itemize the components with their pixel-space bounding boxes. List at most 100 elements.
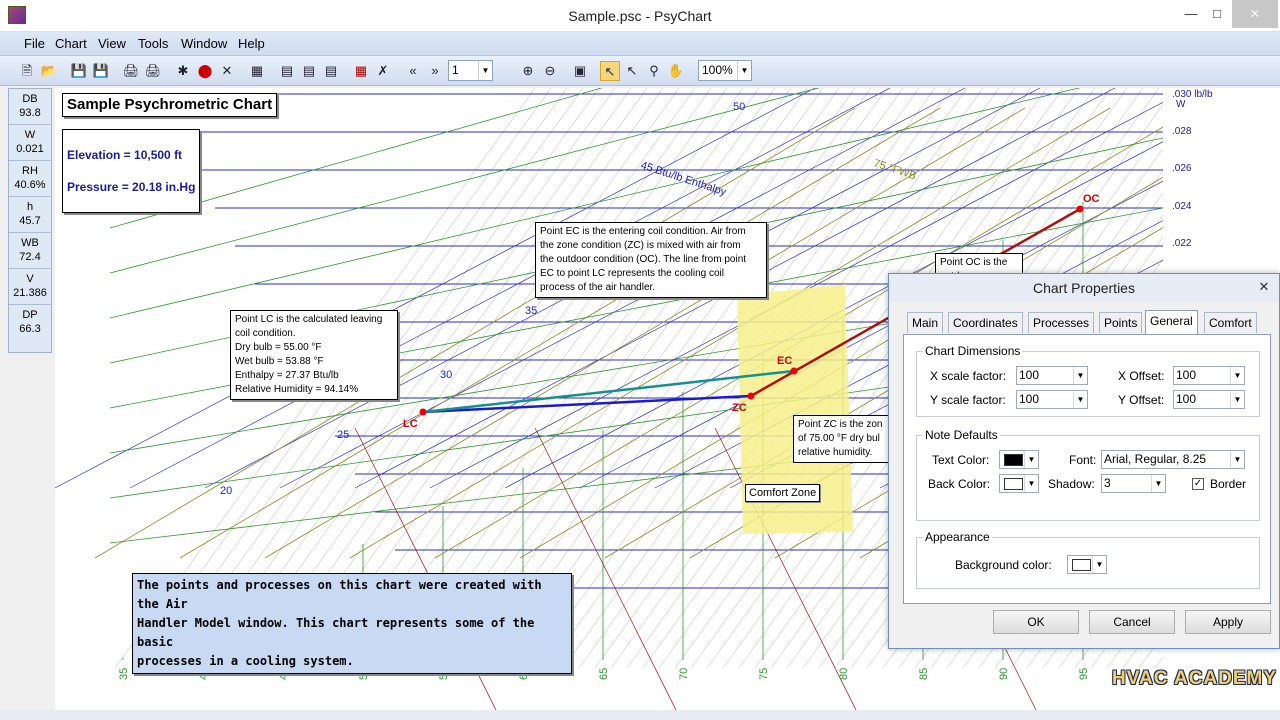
menu-tools[interactable]: Tools <box>138 36 168 51</box>
clear-icon[interactable]: ✗ <box>373 61 393 81</box>
note-lc[interactable]: Point LC is the calculated leaving coil … <box>230 310 398 400</box>
point-oc-marker[interactable] <box>1076 205 1084 213</box>
point-ec-marker[interactable] <box>790 367 798 375</box>
border-checkbox[interactable]: ✓ <box>1192 478 1204 490</box>
readout-dp: DP 66.3 <box>9 305 51 341</box>
background-color-picker[interactable]: ▼ <box>1067 555 1107 574</box>
chevron-down-icon[interactable]: ▼ <box>737 61 751 80</box>
print-icon[interactable]: 🖨 <box>121 61 141 81</box>
menu-help[interactable]: Help <box>238 36 265 51</box>
menu-file[interactable]: File <box>24 36 45 51</box>
point-lc-marker[interactable] <box>419 408 427 416</box>
dry-bulb-tick-label: 90 <box>998 668 1010 680</box>
save-all-icon[interactable]: 💾 <box>91 61 111 81</box>
menu-chart[interactable]: Chart <box>55 36 87 51</box>
page-select[interactable]: 1 ▼ <box>448 60 493 81</box>
readout-value: 40.6% <box>14 179 46 191</box>
point-lc-label: LC <box>403 418 418 430</box>
readout-value: 93.8 <box>19 107 41 119</box>
point-zc-marker[interactable] <box>747 392 755 400</box>
readout-label: DP <box>22 309 38 321</box>
tab-main[interactable]: Main <box>907 312 944 333</box>
x-offset-input[interactable]: 100 ▼ <box>1173 366 1245 385</box>
info-note[interactable]: The points and processes on this chart w… <box>132 573 572 674</box>
note-ec[interactable]: Point EC is the entering coil condition.… <box>535 222 767 298</box>
general-tab-page: Chart Dimensions X scale factor: 100 ▼ X … <box>903 334 1271 604</box>
tab-general[interactable]: General <box>1145 310 1198 334</box>
chevron-down-icon[interactable]: ▼ <box>1092 556 1106 573</box>
y-offset-label: Y Offset: <box>1118 393 1165 407</box>
page-icon-3[interactable]: ▤ <box>321 61 341 81</box>
chart-title[interactable]: Sample Psychrometric Chart <box>62 93 278 117</box>
properties-icon[interactable]: ▦ <box>247 61 267 81</box>
zoom-out-icon[interactable]: ⊖ <box>540 61 560 81</box>
apply-button[interactable]: Apply <box>1185 610 1271 634</box>
elevation-pressure-note[interactable]: Elevation = 10,500 ft Pressure = 20.18 i… <box>62 129 201 213</box>
dialog-close-icon[interactable]: ✕ <box>1253 278 1275 296</box>
readout-rh: RH 40.6% <box>9 161 51 197</box>
font-select[interactable]: Arial, Regular, 8.25 ▼ <box>1101 450 1245 469</box>
window-title: Sample.psc - PsyChart <box>568 8 712 24</box>
zoom-select[interactable]: 100% ▼ <box>698 60 752 81</box>
chevron-down-icon[interactable]: ▼ <box>1151 475 1165 492</box>
chevron-down-icon[interactable]: ▼ <box>1230 451 1244 468</box>
text-color-picker[interactable]: ▼ <box>999 450 1039 469</box>
x-scale-input[interactable]: 100 ▼ <box>1016 366 1088 385</box>
text-color-swatch <box>1004 454 1023 466</box>
page-icon-2[interactable]: ▤ <box>299 61 319 81</box>
elevation-text: Elevation = 10,500 ft <box>67 148 183 162</box>
shadow-select[interactable]: 3 ▼ <box>1101 474 1166 493</box>
shadow-label: Shadow: <box>1048 477 1095 491</box>
chevron-down-icon[interactable]: ▼ <box>1230 367 1244 384</box>
zoom-fit-icon[interactable]: ▣ <box>570 61 590 81</box>
dry-bulb-tick-label: 95 <box>1078 668 1090 680</box>
note-zc[interactable]: Point ZC is the zon of 75.00 °F dry bul … <box>793 415 889 463</box>
tab-points[interactable]: Points <box>1099 312 1143 333</box>
zoom-tool-icon[interactable]: ⚲ <box>644 61 664 81</box>
readout-label: h <box>26 201 34 213</box>
y-scale-input[interactable]: 100 ▼ <box>1016 390 1088 409</box>
page-icon-1[interactable]: ▤ <box>277 61 297 81</box>
pointer-tool-icon[interactable]: ↖ <box>600 61 620 81</box>
print-preview-icon[interactable]: 🖨 <box>143 61 163 81</box>
chevron-down-icon[interactable]: ▼ <box>1073 367 1087 384</box>
note-oc[interactable]: Point OC is the outdoor <box>935 253 1023 273</box>
new-icon[interactable]: 🗎 <box>17 61 37 81</box>
menu-view[interactable]: View <box>98 36 126 51</box>
menu-window[interactable]: Window <box>181 36 227 51</box>
w-tick: .028 <box>1172 126 1192 137</box>
chevron-down-icon[interactable]: ▼ <box>1230 391 1244 408</box>
chevron-down-icon[interactable]: ▼ <box>1073 391 1087 408</box>
back-color-picker[interactable]: ▼ <box>999 474 1039 493</box>
dry-bulb-tick-label: 75 <box>758 668 770 680</box>
previous-page-icon[interactable]: « <box>403 61 423 81</box>
zoom-in-icon[interactable]: ⊕ <box>518 61 538 81</box>
dry-bulb-tick-label: 35 <box>118 668 130 680</box>
maximize-button[interactable]: □ <box>1202 0 1232 28</box>
close-button[interactable]: ✕ <box>1232 0 1278 28</box>
chevron-down-icon[interactable]: ▼ <box>1024 451 1038 468</box>
erase-icon[interactable]: ⬤ <box>195 61 215 81</box>
readout-db: DB 93.8 <box>9 89 51 125</box>
comfort-zone-label[interactable]: Comfort Zone <box>745 484 821 502</box>
delete-icon[interactable]: ✕ <box>217 61 237 81</box>
chevron-down-icon[interactable]: ▼ <box>1024 475 1038 492</box>
cancel-button[interactable]: Cancel <box>1089 610 1175 634</box>
wand-icon[interactable]: ✱ <box>173 61 193 81</box>
text-color-label: Text Color: <box>932 453 990 467</box>
open-icon[interactable]: 📂 <box>39 61 59 81</box>
w-tick: .022 <box>1172 238 1192 249</box>
ok-button[interactable]: OK <box>993 610 1079 634</box>
save-icon[interactable]: 💾 <box>69 61 89 81</box>
chevron-down-icon[interactable]: ▼ <box>478 61 492 80</box>
tab-processes[interactable]: Processes <box>1028 312 1095 333</box>
y-offset-input[interactable]: 100 ▼ <box>1173 390 1245 409</box>
chart-grid-icon[interactable]: ▦ <box>351 61 371 81</box>
next-page-icon[interactable]: » <box>425 61 445 81</box>
pan-hand-icon[interactable]: ✋ <box>666 61 686 81</box>
tab-comfort[interactable]: Comfort <box>1204 312 1257 333</box>
tab-coordinates[interactable]: Coordinates <box>948 312 1023 333</box>
select-tool-icon[interactable]: ↖ <box>622 61 642 81</box>
menu-bar: File Chart View Tools Window Help <box>0 32 1280 56</box>
readout-v: V 21.386 <box>9 269 51 305</box>
